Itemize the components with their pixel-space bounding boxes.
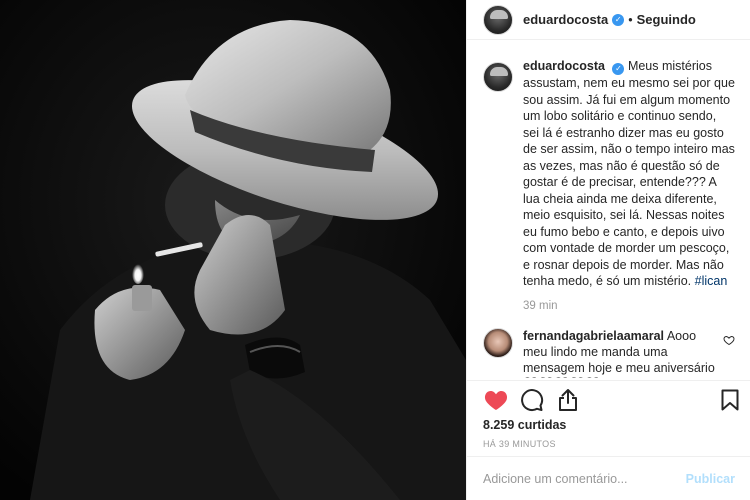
instagram-post: eduardocosta ✓ • Seguindo eduardocosta ✓… <box>0 0 750 500</box>
post-photo[interactable] <box>0 0 466 500</box>
post-header: eduardocosta ✓ • Seguindo <box>467 0 750 40</box>
verified-badge-icon: ✓ <box>612 63 625 75</box>
publish-button[interactable]: Publicar <box>686 472 735 486</box>
comments-section[interactable]: eduardocosta ✓ Meus mistérios assustam, … <box>467 58 750 378</box>
share-icon <box>559 389 577 411</box>
follow-status-button[interactable]: Seguindo <box>637 12 696 27</box>
post-caption: eduardocosta ✓ Meus mistérios assustam, … <box>483 58 735 290</box>
commenter-avatar[interactable] <box>483 327 513 358</box>
likes-count[interactable]: 8.259 curtidas <box>483 418 566 432</box>
save-button[interactable] <box>721 389 739 414</box>
action-icons <box>481 387 589 413</box>
follow-separator: • <box>628 12 633 27</box>
caption-username[interactable]: eduardocosta <box>523 59 605 73</box>
verified-badge-icon: ✓ <box>612 13 625 26</box>
author-avatar[interactable] <box>483 4 513 35</box>
caption-text: Meus mistérios assustam, nem eu mesmo se… <box>523 59 735 288</box>
comment-icon <box>521 389 544 412</box>
post-side-panel: eduardocosta ✓ • Seguindo eduardocosta ✓… <box>466 0 750 500</box>
share-button[interactable] <box>553 387 583 413</box>
caption-body: eduardocosta ✓ Meus mistérios assustam, … <box>523 58 735 290</box>
post-timestamp: HÁ 39 MINUTOS <box>483 439 556 449</box>
caption-time: 39 min <box>523 299 558 312</box>
heart-icon <box>484 391 508 410</box>
comment-input[interactable] <box>483 471 683 486</box>
like-button[interactable] <box>481 387 511 413</box>
comment-body: fernandagabrielaamaral Aooo meu lindo me… <box>523 328 715 379</box>
caption-hashtag-link[interactable]: #lican <box>695 274 728 288</box>
comment-item: fernandagabrielaamaral Aooo meu lindo me… <box>483 327 735 379</box>
bookmark-icon <box>721 389 739 411</box>
commenter-username[interactable]: fernandagabrielaamaral <box>523 329 664 343</box>
caption-author-avatar[interactable] <box>483 62 513 92</box>
comment-like-heart-icon[interactable] <box>723 334 735 346</box>
comment-button[interactable] <box>517 387 547 413</box>
comment-composer: Publicar <box>467 456 750 500</box>
man-with-hat-photo <box>0 0 466 500</box>
author-username[interactable]: eduardocosta <box>523 12 608 27</box>
